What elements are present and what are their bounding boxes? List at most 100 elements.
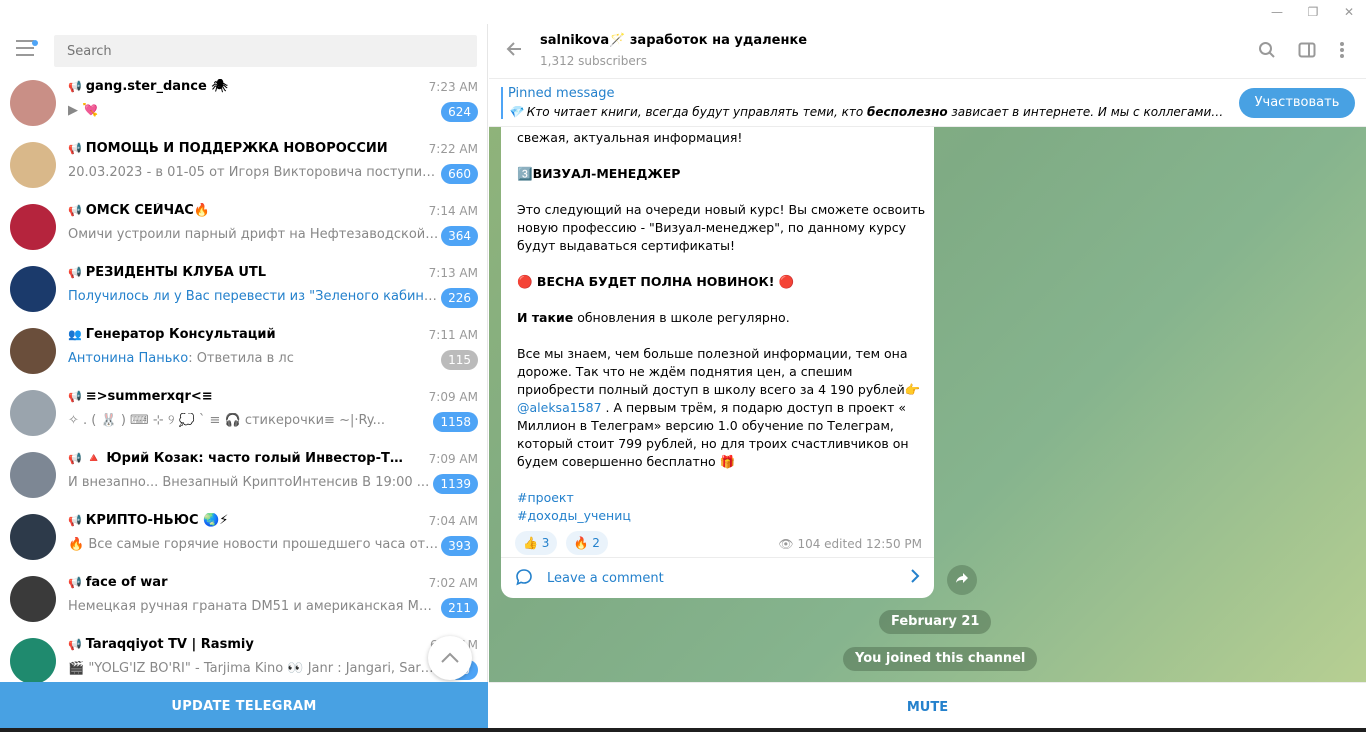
- avatar: [10, 452, 56, 498]
- restore-button[interactable]: ❐: [1298, 2, 1328, 22]
- chat-list-item[interactable]: 📢 ПОМОЩЬ И ПОДДЕРЖКА НОВОРОССИИ 7:22 AM 20.…: [0, 134, 488, 196]
- chevron-right-icon: [910, 568, 920, 588]
- chat-name: 📢 Taraqqiyot TV | Rasmiy: [68, 637, 254, 652]
- chat-type-icon: 📢: [68, 576, 82, 589]
- chat-name: 📢 ОМСК СЕЙЧАС🔥: [68, 203, 210, 218]
- chat-time: 7:02 AM: [428, 576, 478, 590]
- chat-preview: 🔥 Все самые горячие новости прошедшего ч…: [68, 537, 440, 552]
- comment-icon: [515, 568, 533, 590]
- chat-list-item[interactable]: 📢 КРИПТО-НЬЮС 🌏⚡ 7:04 AM 🔥 Все самые горячи…: [0, 506, 488, 568]
- message-paragraph-price: Все мы знаем, чем больше полезной информ…: [517, 346, 921, 469]
- avatar: [10, 142, 56, 188]
- search-input[interactable]: [54, 35, 477, 67]
- leave-comment-button[interactable]: Leave a comment: [501, 557, 934, 598]
- unread-badge: 393: [441, 536, 478, 556]
- message-paragraph: Это следующий на очереди новый курс! Вы …: [517, 202, 926, 253]
- share-icon[interactable]: [947, 565, 977, 595]
- chat-name: 📢 face of war: [68, 575, 168, 590]
- chat-list: 📢 gang.ster_dance 🕷 7:23 AM ▶ 💘 624 📢 ПОМОЩЬ И…: [0, 72, 488, 682]
- chevron-up-icon: [441, 652, 459, 663]
- avatar: [10, 266, 56, 312]
- chat-name: 👥 Генератор Консультаций: [68, 327, 276, 342]
- chat-time: 7:22 AM: [428, 142, 478, 156]
- unread-badge: 211: [441, 598, 478, 618]
- chat-list-item[interactable]: 📢 face of war 7:02 AM Немецкая ручная грана…: [0, 568, 488, 630]
- pinned-title: Pinned message: [508, 86, 615, 101]
- avatar: [10, 514, 56, 560]
- message-heading: 3️⃣ВИЗУАЛ-МЕНЕДЖЕР: [517, 166, 681, 181]
- joined-notice: You joined this channel: [843, 647, 1038, 671]
- avatar: [10, 390, 56, 436]
- chat-type-icon: 📢: [68, 638, 82, 651]
- comment-label: Leave a comment: [547, 571, 664, 586]
- chat-type-icon: 📢: [68, 204, 82, 217]
- hashtag-link[interactable]: #доходы_учениц: [517, 507, 927, 525]
- message-updates: И такие обновления в школе регулярно.: [517, 310, 790, 325]
- unread-badge: 660: [441, 164, 478, 184]
- chat-list-item[interactable]: 📢 gang.ster_dance 🕷 7:23 AM ▶ 💘 624: [0, 72, 488, 134]
- chat-preview: ✧ . ( 🐰 ) ⌨ ⊹ ୨ 💭 ` ≡ 🎧 стикерочки≡ ~|·R…: [68, 413, 386, 428]
- reaction-fire[interactable]: 🔥 2: [565, 531, 608, 555]
- avatar: [10, 204, 56, 250]
- reactions: 👍 3 🔥 2: [515, 531, 612, 555]
- channel-header: salnikova🪄 заработок на удаленке 1,312 s…: [489, 24, 1366, 79]
- reaction-thumbs-up[interactable]: 👍 3: [515, 531, 558, 555]
- message-area: свежая, актуальная информация! 3️⃣ВИЗУАЛ…: [489, 127, 1366, 682]
- hashtag-link[interactable]: #проект: [517, 489, 927, 507]
- chat-name: 📢 РЕЗИДЕНТЫ КЛУБА UTL: [68, 265, 267, 280]
- taskbar: [0, 728, 1366, 732]
- chat-type-icon: 📢: [68, 266, 82, 279]
- search-icon[interactable]: [1256, 41, 1278, 63]
- chat-type-icon: 📢: [68, 452, 82, 465]
- sidebar-toggle-icon[interactable]: [1296, 41, 1318, 63]
- message-line: свежая, актуальная информация!: [517, 130, 743, 145]
- chat-list-item[interactable]: 📢🔺 Юрий Козак: часто голый Инвестор-Трей…: [0, 444, 488, 506]
- chat-preview: Омичи устроили парный дрифт на Нефтезаво…: [68, 227, 440, 242]
- update-telegram-button[interactable]: UPDATE TELEGRAM: [0, 682, 488, 732]
- mute-button[interactable]: MUTE: [489, 682, 1366, 732]
- chat-list-item[interactable]: 📢 ОМСК СЕЙЧАС🔥 7:14 AM Омичи устроили парны…: [0, 196, 488, 258]
- avatar: [10, 576, 56, 622]
- unread-badge: 1139: [433, 474, 478, 494]
- chat-preview: Антонина Панько: Ответила в лс: [68, 351, 294, 366]
- chat-list-item[interactable]: 👥 Генератор Консультаций 7:11 AM Антонина П…: [0, 320, 488, 382]
- window-titlebar: — ❐ ✕: [0, 0, 1366, 24]
- chat-name: 📢 КРИПТО-НЬЮС 🌏⚡: [68, 513, 229, 528]
- more-options-icon[interactable]: [1331, 41, 1353, 63]
- chat-time: 7:14 AM: [428, 204, 478, 218]
- chat-time: 7:11 AM: [428, 328, 478, 342]
- minimize-button[interactable]: —: [1262, 2, 1292, 22]
- view-count: 👁 104 edited 12:50 PM: [778, 537, 922, 551]
- avatar: [10, 638, 56, 682]
- chat-list-item[interactable]: 📢 ≡>summerxqr<≡ 7:09 AM ✧ . ( 🐰 ) ⌨ ⊹ ୨ 💭 `…: [0, 382, 488, 444]
- chat-preview: 🎬 "YOLG'IZ BO'RI" - Tarjima Kino 👀 Janr …: [68, 661, 440, 676]
- back-arrow-icon[interactable]: [505, 39, 523, 63]
- channel-panel: salnikova🪄 заработок на удаленке 1,312 s…: [489, 24, 1366, 732]
- chat-list-panel: 📢gang.ster_dance 🕷 7:23 AM ▶ 💘 624 📢ПОМОЩЬ И…: [0, 24, 488, 732]
- unread-badge: 115: [441, 350, 478, 370]
- subscriber-count: 1,312 subscribers: [540, 54, 647, 68]
- pinned-indicator: [501, 87, 503, 119]
- chat-type-icon: 📢: [68, 514, 82, 527]
- chat-preview: ▶ 💘: [68, 103, 99, 118]
- scroll-up-button[interactable]: [428, 636, 472, 680]
- unread-badge: 226: [441, 288, 478, 308]
- chat-time: 7:13 AM: [428, 266, 478, 280]
- pinned-text: 💎 Кто читает книги, всегда будут управля…: [508, 105, 1224, 119]
- message-text: свежая, актуальная информация! 3️⃣ВИЗУАЛ…: [517, 129, 927, 525]
- chat-preview: 20.03.2023 - в 01-05 от Игоря Викторович…: [68, 165, 440, 180]
- close-button[interactable]: ✕: [1334, 2, 1364, 22]
- channel-title[interactable]: salnikova🪄 заработок на удаленке: [540, 33, 807, 48]
- chat-list-item[interactable]: 📢Taraqqiyot TV | Rasmiy6:5? AM🎬 "YOLG'IZ…: [0, 630, 488, 682]
- chat-list-item[interactable]: 📢 РЕЗИДЕНТЫ КЛУБА UTL 7:13 AM Получилось ли…: [0, 258, 488, 320]
- chat-time: 7:04 AM: [428, 514, 478, 528]
- chat-type-icon: 📢: [68, 142, 82, 155]
- chat-name: 📢 gang.ster_dance 🕷: [68, 79, 228, 94]
- chat-list-header: [0, 24, 488, 72]
- message-bubble: свежая, актуальная информация! 3️⃣ВИЗУАЛ…: [501, 127, 934, 598]
- chat-name: 📢 ПОМОЩЬ И ПОДДЕРЖКА НОВОРОССИИ: [68, 141, 388, 156]
- participate-button[interactable]: Участвовать: [1239, 88, 1355, 118]
- mention-link[interactable]: @aleksa1587: [517, 400, 602, 415]
- chat-type-icon: 📢: [68, 80, 82, 93]
- pinned-message-bar[interactable]: Pinned message 💎 Кто читает книги, всегд…: [489, 79, 1366, 127]
